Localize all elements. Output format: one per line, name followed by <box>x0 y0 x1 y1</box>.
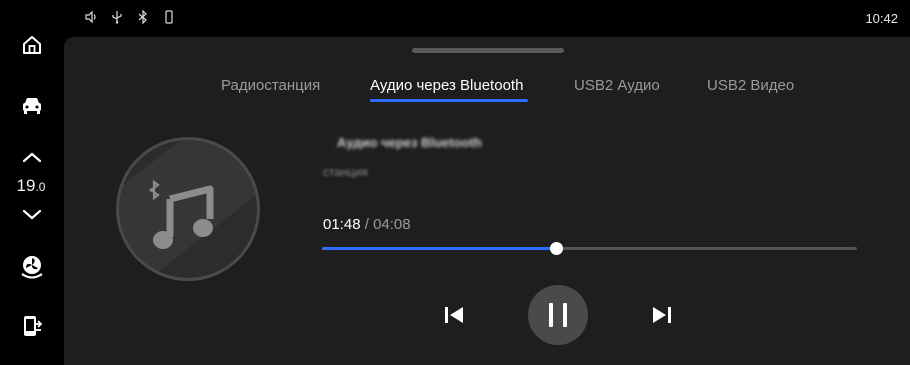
next-track-button[interactable] <box>646 299 678 331</box>
tab-usb2-video[interactable]: USB2 Видео <box>707 77 794 94</box>
previous-track-button[interactable] <box>438 299 470 331</box>
car-icon <box>23 98 41 114</box>
progress-fill <box>322 247 556 250</box>
temperature-decimal: .0 <box>35 180 46 194</box>
temperature-whole: 19 <box>16 176 36 195</box>
source-tabs: Радиостанция Аудио через Bluetooth USB2 … <box>64 77 910 107</box>
status-bar: 10:42 <box>62 0 910 36</box>
pause-button[interactable] <box>528 285 588 345</box>
temperature-display: 19.0 <box>0 176 62 196</box>
tab-bluetooth-audio[interactable]: Аудио через Bluetooth <box>370 77 523 94</box>
fan-icon <box>21 256 43 279</box>
tab-usb2-audio[interactable]: USB2 Аудио <box>574 77 660 94</box>
track-title: Аудио через Bluetooth <box>337 135 482 150</box>
home-icon <box>23 36 41 54</box>
album-art <box>116 137 260 281</box>
clock: 10:42 <box>865 11 898 26</box>
chevron-up-icon <box>22 152 42 163</box>
media-panel: Радиостанция Аудио через Bluetooth USB2 … <box>64 37 910 365</box>
phone-mirror-button[interactable] <box>17 311 47 341</box>
bluetooth-music-icon <box>149 179 214 249</box>
phone-mirror-icon <box>24 316 43 336</box>
phone-icon <box>165 10 173 24</box>
bluetooth-icon <box>138 10 147 24</box>
current-time: 01:48 <box>323 216 361 233</box>
vehicle-button[interactable] <box>17 90 47 120</box>
temp-down-button[interactable] <box>17 200 47 230</box>
skip-previous-icon <box>445 307 463 323</box>
track-subtitle: станция <box>323 165 368 179</box>
playback-time: 01:48 / 04:08 <box>323 216 411 233</box>
chevron-down-icon <box>22 209 42 220</box>
tab-radio[interactable]: Радиостанция <box>221 77 320 94</box>
progress-bar[interactable] <box>322 242 857 255</box>
usb-icon <box>112 11 122 24</box>
pause-icon <box>549 303 567 327</box>
progress-thumb[interactable] <box>549 242 563 255</box>
side-rail: 19.0 <box>0 0 62 365</box>
time-separator: / <box>360 216 374 233</box>
active-tab-indicator <box>370 99 528 102</box>
total-time: 04:08 <box>373 216 411 233</box>
climate-fan-button[interactable] <box>17 252 47 282</box>
home-button[interactable] <box>17 30 47 60</box>
drag-handle[interactable] <box>412 48 564 53</box>
volume-icon <box>85 10 96 24</box>
skip-next-icon <box>653 307 671 323</box>
temp-up-button[interactable] <box>17 142 47 172</box>
